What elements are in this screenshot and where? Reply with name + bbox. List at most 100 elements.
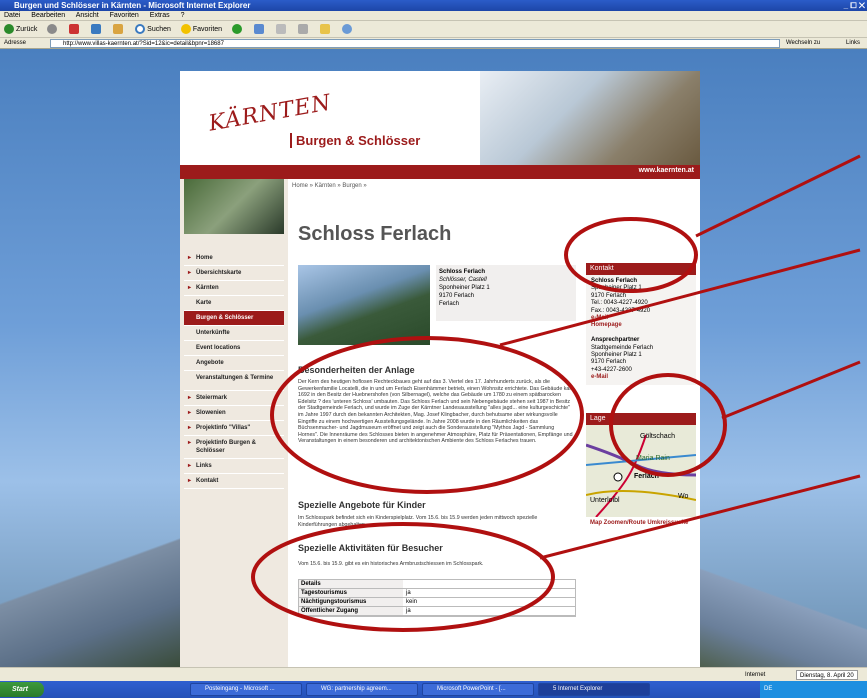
address-label: Adresse xyxy=(4,40,27,46)
table-key: Nächtigungstourismus xyxy=(299,598,403,606)
window-title: Burgen und Schlösser in Kärnten - Micros… xyxy=(14,1,251,10)
print-button[interactable] xyxy=(275,21,288,38)
nav-item-projektinfo-villas[interactable]: Projektinfo "Villas" xyxy=(184,421,284,436)
nav-item-unterkuenfte[interactable]: Unterkünfte xyxy=(184,326,284,341)
kontakt-zip: 9170 Ferlach xyxy=(591,292,627,299)
table-row: Nächtigungstourismus kein xyxy=(299,598,575,607)
nav-item-event-locations[interactable]: Event locations xyxy=(184,341,284,356)
site-url-link[interactable]: www.kaernten.at xyxy=(639,167,694,174)
info-street: Sponheiner Platz 1 xyxy=(439,285,490,291)
mail-button[interactable] xyxy=(253,21,266,38)
contact-tel: +43-4227-2600 xyxy=(591,366,632,373)
nav-item-steiermark[interactable]: Steiermark xyxy=(184,391,284,406)
nav-item-home[interactable]: Home xyxy=(184,251,284,266)
main-content: Home » Kärnten » Burgen » Schloss Ferlac… xyxy=(292,179,577,667)
kontakt-heading: Kontakt xyxy=(586,263,696,275)
search-icon xyxy=(135,24,146,35)
heading-kids: Spezielle Angebote für Kinder xyxy=(298,500,426,510)
map-label: Unterloibl xyxy=(590,497,620,504)
back-arrow-icon xyxy=(4,24,14,35)
start-button[interactable]: Start xyxy=(0,682,44,697)
info-zip: 9170 Ferlach xyxy=(439,293,475,299)
window-titlebar: Burgen und Schlösser in Kärnten - Micros… xyxy=(0,0,867,11)
paragraph-features: Der Kern des heutigen hoflosen Rechteckb… xyxy=(298,379,574,445)
go-button[interactable]: Wechseln zu xyxy=(786,38,820,49)
details-table: Details Tagestourismus ja Nächtigungstour… xyxy=(298,579,576,617)
breadcrumb[interactable]: Home » Kärnten » Burgen » xyxy=(292,183,367,189)
print-icon xyxy=(275,24,286,35)
nav-item-burgen[interactable]: Burgen & Schlösser xyxy=(184,311,284,326)
status-date: Dienstag, 8. April 20 xyxy=(796,670,858,680)
contact-email-link[interactable]: e-Mail xyxy=(591,374,608,380)
menu-item[interactable]: Extras xyxy=(150,12,170,19)
menu-item[interactable]: Bearbeiten xyxy=(31,12,65,19)
forward-button[interactable] xyxy=(47,21,59,38)
menu-item[interactable]: Datei xyxy=(4,12,20,19)
contact-zip: 9170 Ferlach xyxy=(591,359,627,366)
nav-item-veranstaltungen[interactable]: Veranstaltungen & Termine xyxy=(184,371,284,391)
address-bar: Adresse http://www.villas-kaernten.at/?S… xyxy=(0,38,867,49)
menu-item[interactable]: ? xyxy=(181,12,185,19)
taskbar: Start Posteingang - Microsoft ... WG: pa… xyxy=(0,681,867,698)
kontakt-homepage-link[interactable]: Homepage xyxy=(591,322,622,328)
messenger-icon xyxy=(341,24,352,35)
table-key: Öffentlicher Zugang xyxy=(299,607,403,615)
kontakt-email-link[interactable]: e-Mail xyxy=(591,315,608,321)
map-label: Göltschach xyxy=(640,433,676,440)
taskbar-button[interactable]: Posteingang - Microsoft ... xyxy=(190,683,302,696)
background-mountain-left xyxy=(0,517,180,667)
history-button[interactable] xyxy=(232,21,244,38)
site-logo[interactable]: KÄRNTEN xyxy=(207,90,334,136)
table-row: Öffentlicher Zugang ja xyxy=(299,607,575,616)
map-label: Wo xyxy=(678,493,689,500)
nav-item-karte[interactable]: Karte xyxy=(184,296,284,311)
map-links[interactable]: Map Zoomen/Route Umkreissuche xyxy=(586,517,696,530)
refresh-icon xyxy=(91,24,102,35)
taskbar-button[interactable]: WG: partnership agreem... xyxy=(306,683,418,696)
home-button[interactable] xyxy=(113,21,125,38)
taskbar-button[interactable]: 5 Internet Explorer xyxy=(538,683,650,696)
folder-icon xyxy=(319,24,330,35)
messenger-button[interactable] xyxy=(341,21,354,38)
nav-item-uebersichtskarte[interactable]: Übersichtskarte xyxy=(184,266,284,281)
table-header: Details xyxy=(299,580,403,588)
home-icon xyxy=(113,24,124,35)
page-title: Schloss Ferlach xyxy=(298,223,452,245)
nav-item-kaernten[interactable]: Kärnten xyxy=(184,281,284,296)
favorites-button[interactable]: Favoriten xyxy=(180,21,222,38)
status-bar: Internet Dienstag, 8. April 20 xyxy=(0,667,867,681)
sidebar-nav: Home Übersichtskarte Kärnten Karte Burge… xyxy=(184,239,284,489)
menu-bar: Datei Bearbeiten Ansicht Favoriten Extra… xyxy=(0,11,867,21)
nav-item-slowenien[interactable]: Slowenien xyxy=(184,406,284,421)
window-controls[interactable]: _ ⧠ ✕ xyxy=(844,0,865,11)
search-button[interactable]: Suchen xyxy=(135,21,171,38)
taskbar-button[interactable]: Microsoft PowerPoint - [... xyxy=(422,683,534,696)
stop-button[interactable] xyxy=(69,21,81,38)
edit-button[interactable] xyxy=(297,21,310,38)
site-header: KÄRNTEN Burgen & Schlösser xyxy=(180,71,700,165)
nav-item-kontakt[interactable]: Kontakt xyxy=(184,474,284,489)
menu-item[interactable]: Favoriten xyxy=(110,12,139,19)
nav-item-angebote[interactable]: Angebote xyxy=(184,356,284,371)
info-town: Ferlach xyxy=(439,301,460,307)
sidebar-image xyxy=(184,179,284,234)
location-map[interactable]: Göltschach Maria Rain Ferlach Unterloibl… xyxy=(586,425,696,517)
links-button[interactable]: Links xyxy=(846,38,860,49)
info-name: Schloss Ferlach xyxy=(439,269,486,275)
table-key: Tagestourismus xyxy=(299,589,403,597)
system-tray[interactable]: DE xyxy=(760,681,867,698)
refresh-button[interactable] xyxy=(91,21,103,38)
lage-box: Lage Göltschach Maria Rain Ferlach Unter… xyxy=(586,413,696,530)
sidebar: Home Übersichtskarte Kärnten Karte Burge… xyxy=(180,179,288,667)
site-redbar: www.kaernten.at xyxy=(180,165,700,179)
url-input[interactable]: http://www.villas-kaernten.at/?Sid=12&ic… xyxy=(50,39,780,48)
nav-item-links[interactable]: Links xyxy=(184,459,284,474)
folder-button[interactable] xyxy=(319,21,332,38)
kontakt-box: Kontakt Schloss Ferlach Sponheiner Platz… xyxy=(586,263,696,385)
kontakt-tel: Tel.: 0043-4227-4920 xyxy=(591,300,648,307)
menu-item[interactable]: Ansicht xyxy=(76,12,99,19)
nav-item-projektinfo-burgen[interactable]: Projektinfo Burgen & Schlösser xyxy=(184,436,284,459)
contact-org: Stadtgemeinde Ferlach xyxy=(591,344,654,351)
castle-photo xyxy=(298,265,430,345)
back-button[interactable]: Zurück xyxy=(4,21,37,38)
